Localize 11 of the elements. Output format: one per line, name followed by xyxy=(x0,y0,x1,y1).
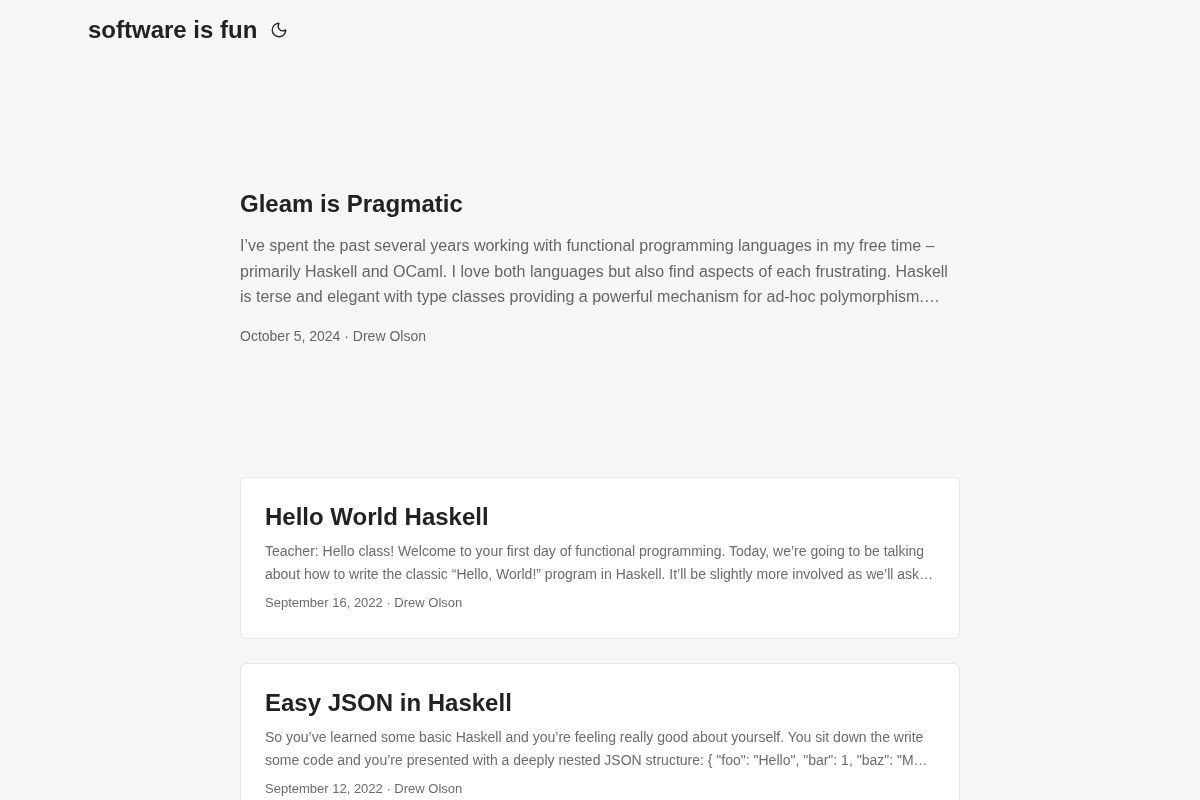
site-title[interactable]: software is fun xyxy=(88,14,258,46)
post-title[interactable]: Hello World Haskell xyxy=(265,500,935,533)
post-excerpt: Teacher: Hello class! Welcome to your first day of functional programming. Today, we’re going to be talking about how to write the classic “Hello, World!” program in Haskell. It’ll be slightly more involved as we’ll ask… xyxy=(265,541,935,584)
post-meta: October 5, 2024 · Drew Olson xyxy=(240,326,427,346)
post-meta: September 12, 2022 · Drew Olson xyxy=(265,779,464,798)
post-title[interactable]: Easy JSON in Haskell xyxy=(265,686,935,719)
post-title[interactable]: Gleam is Pragmatic xyxy=(240,188,960,220)
post-excerpt: So you’ve learned some basic Haskell and you’re feeling really good about yourself. You sit down the write some code and you’re presented with a deeply nested JSON structure: { "foo": "Hello", "bar": 1, "baz": "M… xyxy=(265,727,929,770)
post-meta: September 16, 2022 · Drew Olson xyxy=(265,593,464,612)
moon-icon xyxy=(270,21,289,39)
post-excerpt: I’ve spent the past several years working with functional programming languages in my free time – primarily Haskell and OCaml. I love both languages but also find aspects of each frustrating. Haskell is terse and elegant with type classes providing a powerful mechanism for ad-hoc polymorphism.… xyxy=(240,236,949,308)
